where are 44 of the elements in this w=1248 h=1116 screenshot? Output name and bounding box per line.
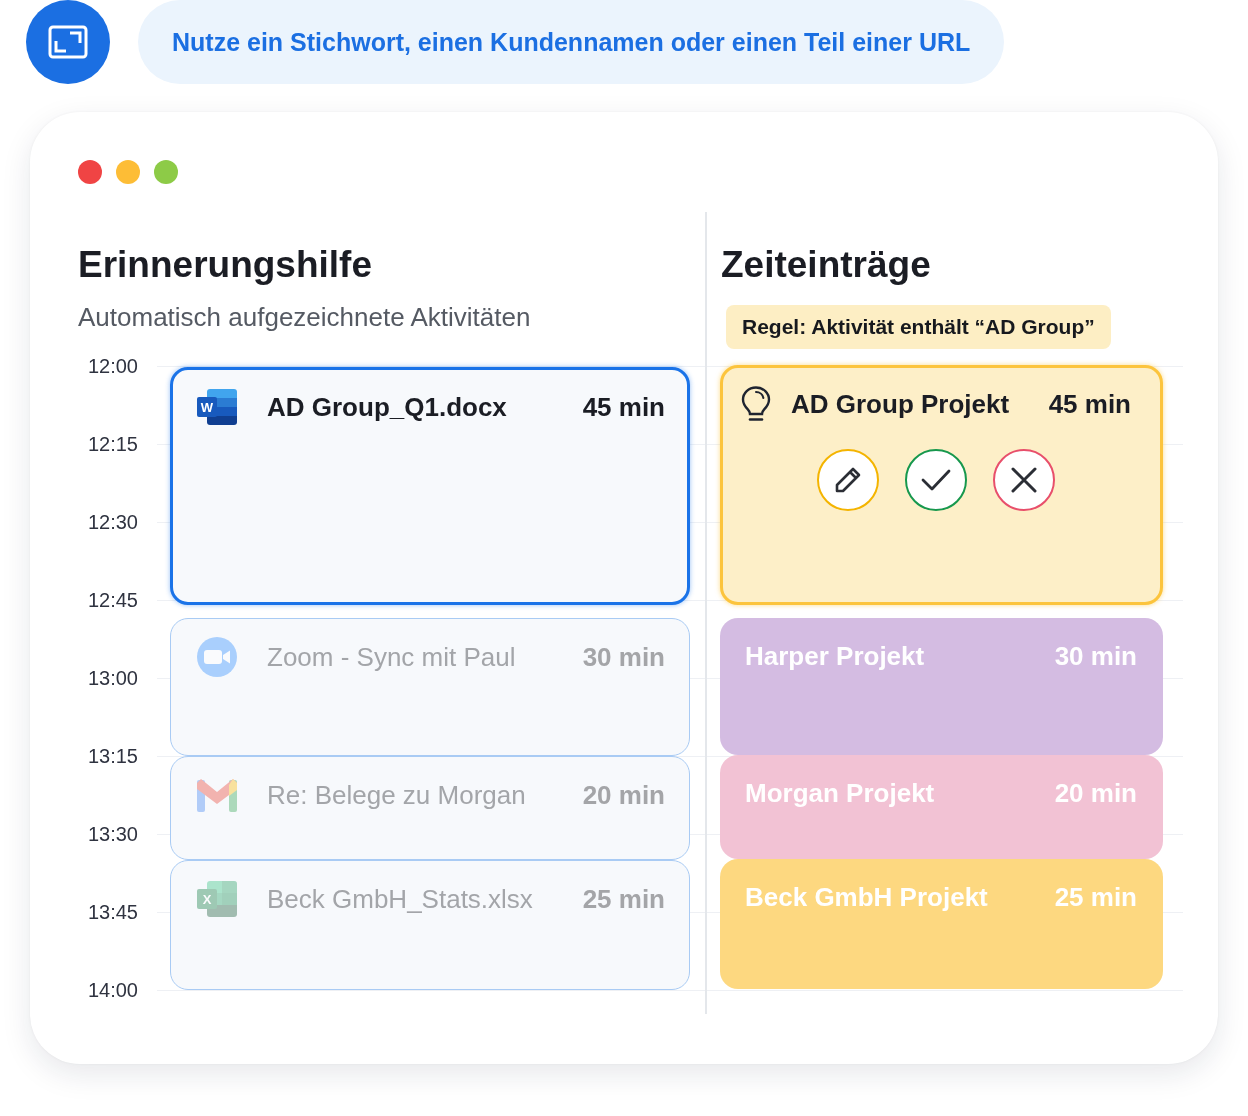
mail-icon [197, 777, 237, 813]
entry-title: Harper Projekt [745, 640, 926, 672]
time-entry-card[interactable]: Harper Projekt 30 min [720, 618, 1163, 755]
time-label: 13:00 [87, 666, 138, 690]
time-label: 14:00 [87, 978, 138, 1002]
time-label: 12:15 [87, 432, 138, 456]
activity-title: Zoom - Sync mit Paul [267, 641, 517, 673]
time-label: 13:45 [87, 900, 138, 924]
suggested-entry-card[interactable]: AD Group Projekt 45 min [720, 365, 1163, 605]
panel-subtitle: Automatisch aufgezeichnete Aktivitäten [78, 301, 532, 333]
video-camera-icon [197, 637, 237, 677]
lightbulb-icon [740, 385, 772, 423]
activity-duration: 30 min [582, 641, 665, 673]
window-control-dot[interactable] [78, 160, 102, 184]
time-label: 13:15 [87, 744, 138, 768]
activity-title: Beck GmbH_Stats.xlsx [267, 883, 534, 915]
activity-title: AD Group_Q1.docx [267, 391, 508, 423]
entry-duration: 20 min [1054, 777, 1137, 809]
panel-title: Zeiteinträge [720, 243, 931, 287]
activity-duration: 20 min [582, 779, 665, 811]
time-entry-card[interactable]: Beck GmbH Projekt 25 min [720, 859, 1163, 989]
entry-title: Beck GmbH Projekt [745, 881, 989, 913]
entry-duration: 25 min [1054, 881, 1137, 913]
time-label: 12:45 [87, 588, 138, 612]
window-control-dot[interactable] [116, 160, 140, 184]
time-entry-card[interactable]: Morgan Projekt 20 min [720, 755, 1163, 859]
entry-title: AD Group Projekt [791, 388, 1011, 420]
activity-duration: 25 min [582, 883, 665, 915]
entry-title: Morgan Projekt [745, 777, 936, 809]
rule-tag: Regel: Aktivität enthält “AD Group” [726, 305, 1111, 349]
activity-duration: 45 min [582, 391, 665, 423]
time-label: 12:00 [87, 354, 138, 378]
entry-duration: 30 min [1054, 640, 1137, 672]
hint-banner: Nutze ein Stichwort, einen Kundennamen oder einen Teil einer URL [138, 0, 1005, 84]
panel-title: Erinnerungshilfe [78, 243, 373, 287]
time-label: 12:30 [87, 510, 138, 534]
activity-card[interactable]: W AD Group_Q1.docx 45 min [170, 367, 690, 605]
entry-duration: 45 min [1048, 388, 1131, 420]
activity-card[interactable]: Zoom - Sync mit Paul 30 min [170, 618, 690, 756]
activity-title: Re: Belege zu Morgan [267, 779, 527, 811]
activity-card[interactable]: X Beck GmbH_Stats.xlsx 25 min [170, 860, 690, 990]
window-control-dot[interactable] [154, 160, 178, 184]
time-label: 13:30 [87, 822, 138, 846]
activity-card[interactable]: Re: Belege zu Morgan 20 min [170, 756, 690, 860]
